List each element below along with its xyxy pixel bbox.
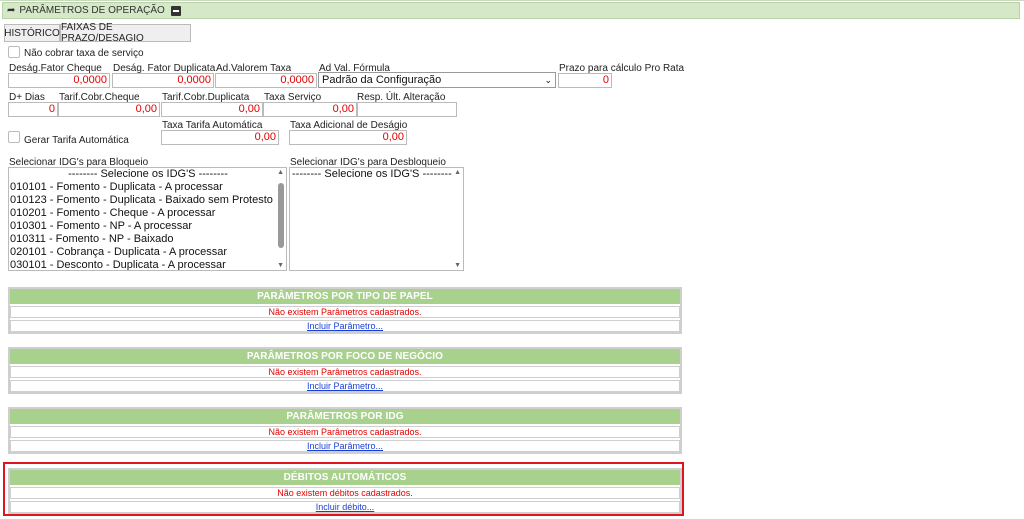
incluir-parametro-link[interactable]: Incluir Parâmetro... xyxy=(10,440,680,452)
gerar-tarifa-label: Gerar Tarifa Automática xyxy=(24,135,129,146)
share-arrow-icon: ➦ xyxy=(7,5,16,16)
list-item[interactable]: 010201 - Fomento - Cheque - A processar xyxy=(9,207,286,220)
scroll-up-icon[interactable]: ▲ xyxy=(277,169,284,176)
tab-faixas-prazo[interactable]: FAIXAS DE PRAZO/DESAGIO xyxy=(60,22,191,44)
taxa-tarifa-auto-input[interactable]: 0,00 xyxy=(161,130,279,145)
taxa-adicional-input[interactable]: 0,00 xyxy=(289,130,407,145)
panel-title: PARÂMETROS POR TIPO DE PAPEL xyxy=(10,289,680,304)
ad-val-formula-select[interactable]: Padrão da Configuração ⌄ xyxy=(318,72,556,88)
desag-cheque-input[interactable]: 0,0000 xyxy=(8,73,110,88)
section-header[interactable]: ➦ PARÂMETROS DE OPERAÇÃO xyxy=(2,2,1020,19)
scrollbar[interactable]: ▲ ▼ xyxy=(453,168,463,270)
highlight-box xyxy=(3,462,684,516)
scrollbar-thumb[interactable] xyxy=(278,183,284,248)
idg-bloqueio-listbox[interactable]: -------- Selecione os IDG'S -------- 010… xyxy=(8,167,287,271)
ad-val-formula-value: Padrão da Configuração xyxy=(322,74,442,86)
panel-title: PARÂMETROS POR FOCO DE NEGÓCIO xyxy=(10,349,680,364)
tarif-duplicata-input[interactable]: 0,00 xyxy=(161,102,263,117)
scrollbar[interactable]: ▲ ▼ xyxy=(276,168,286,270)
top-border xyxy=(0,0,1024,1)
taxa-servico-input[interactable]: 0,00 xyxy=(263,102,357,117)
scroll-down-icon[interactable]: ▼ xyxy=(454,262,461,269)
list-item[interactable]: 020101 - Cobrança - Duplicata - A proces… xyxy=(9,246,286,259)
list-item[interactable]: 010311 - Fomento - NP - Baixado xyxy=(9,233,286,246)
panel-message: Não existem Parâmetros cadastrados. xyxy=(10,306,680,318)
panel-message: Não existem Parâmetros cadastrados. xyxy=(10,426,680,438)
chevron-down-icon: ⌄ xyxy=(544,75,552,85)
scroll-up-icon[interactable]: ▲ xyxy=(454,169,461,176)
list-item[interactable]: 030101 - Desconto - Duplicata - A proces… xyxy=(9,259,286,270)
prazo-pro-rata-input[interactable]: 0 xyxy=(558,73,612,88)
nao-cobrar-checkbox[interactable] xyxy=(8,46,20,58)
section-title: PARÂMETROS DE OPERAÇÃO xyxy=(19,5,165,16)
tab-historico[interactable]: HISTÓRICO xyxy=(4,24,60,42)
d-dias-input[interactable]: 0 xyxy=(8,102,58,117)
gerar-tarifa-checkbox[interactable] xyxy=(8,131,20,143)
ad-valorem-input[interactable]: 0,0000 xyxy=(215,73,317,88)
list-item[interactable]: 010101 - Fomento - Duplicata - A process… xyxy=(9,181,286,194)
list-item[interactable]: -------- Selecione os IDG'S -------- xyxy=(290,168,463,181)
panel-foco-negocio: PARÂMETROS POR FOCO DE NEGÓCIO Não exist… xyxy=(8,347,682,394)
panel-idg: PARÂMETROS POR IDG Não existem Parâmetro… xyxy=(8,407,682,454)
nao-cobrar-label: Não cobrar taxa de serviço xyxy=(24,48,144,59)
list-item[interactable]: -------- Selecione os IDG'S -------- xyxy=(9,168,286,181)
panel-message: Não existem Parâmetros cadastrados. xyxy=(10,366,680,378)
tarif-cheque-input[interactable]: 0,00 xyxy=(58,102,160,117)
panel-title: PARÂMETROS POR IDG xyxy=(10,409,680,424)
collapse-icon[interactable] xyxy=(170,5,181,16)
incluir-parametro-link[interactable]: Incluir Parâmetro... xyxy=(10,320,680,332)
panel-tipo-papel: PARÂMETROS POR TIPO DE PAPEL Não existem… xyxy=(8,287,682,334)
list-item[interactable]: 010301 - Fomento - NP - A processar xyxy=(9,220,286,233)
desag-duplicata-input[interactable]: 0,0000 xyxy=(112,73,214,88)
list-item[interactable]: 010123 - Fomento - Duplicata - Baixado s… xyxy=(9,194,286,207)
incluir-parametro-link[interactable]: Incluir Parâmetro... xyxy=(10,380,680,392)
scroll-down-icon[interactable]: ▼ xyxy=(277,262,284,269)
idg-desbloqueio-listbox[interactable]: -------- Selecione os IDG'S -------- ▲ ▼ xyxy=(289,167,464,271)
resp-alteracao-input[interactable] xyxy=(357,102,457,117)
